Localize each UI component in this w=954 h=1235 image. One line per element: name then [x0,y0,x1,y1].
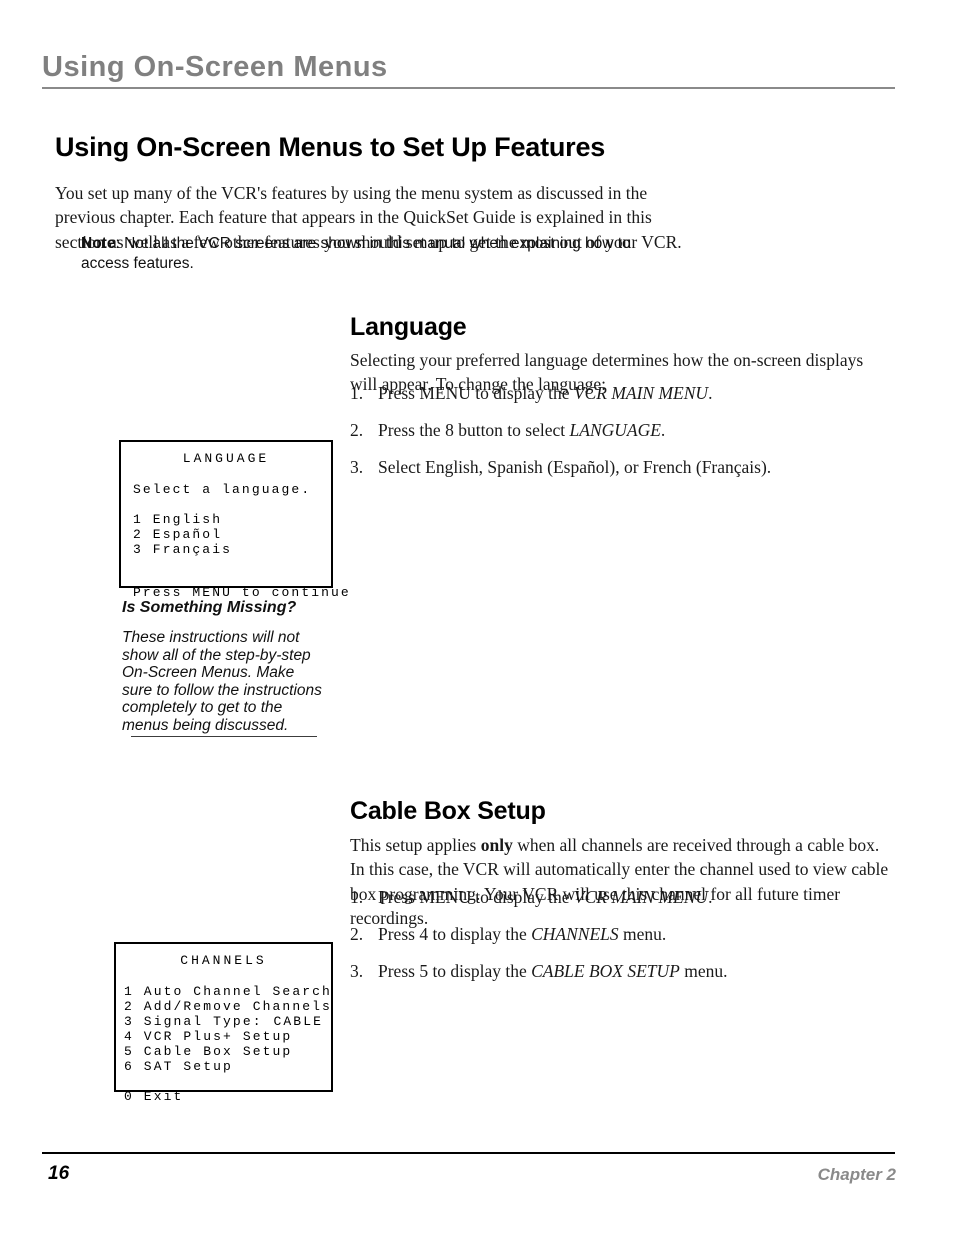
steps-list-language: 1. Press MENU to display the VCR MAIN ME… [350,381,895,492]
running-header: Using On-Screen Menus [42,50,895,89]
step-item: 2. Press the 8 button to select LANGUAGE… [350,418,895,442]
osd-option-auto-channel-search[interactable]: 1 Auto Channel Search [124,984,330,999]
footer-chapter-label: Chapter 2 [817,1165,896,1184]
osd-prompt-language: Select a language. [133,482,312,497]
osd-spacer [133,572,319,585]
running-header-rule [42,87,895,89]
osd-spacer [133,557,319,572]
step-text: Select English, Spanish (Español), or Fr… [378,455,895,479]
step-text-after: . [660,420,666,440]
step-item: 1. Press MENU to display the VCR MAIN ME… [350,381,895,405]
osd-title-channels: CHANNELS [180,953,267,968]
osd-signal-type-value: CABLE [273,1014,323,1029]
sidebar-callout: Is Something Missing? These instructions… [122,598,322,734]
osd-title-language: LANGUAGE [182,451,270,466]
osd-spacer [133,497,319,512]
note-block: Note: Not all the VCR screens are shown … [81,234,681,274]
steps-list-cable-box: 1. Press MENU to display the VCR MAIN ME… [350,885,895,996]
section-heading-cable-box: Cable Box Setup [350,796,546,825]
step-item: 3. Press 5 to display the CABLE BOX SETU… [350,959,895,983]
step-number: 3. [350,457,364,477]
osd-spacer [124,1074,323,1089]
step-number: 3. [350,961,364,981]
step-emphasis: LANGUAGE [569,420,661,440]
step-number: 2. [350,420,364,440]
osd-option-francais[interactable]: 3 Français [133,542,319,557]
step-text: Press 5 to display the CABLE BOX SETUP m… [378,959,895,983]
step-number: 1. [350,383,364,403]
sidebar-callout-rule [131,736,317,737]
step-number: 1. [350,887,364,907]
osd-option-add-remove-channels[interactable]: 2 Add/Remove Channels [124,999,330,1014]
step-emphasis: VCR MAIN MENU [573,887,709,907]
step-emphasis: VCR MAIN MENU [573,383,709,403]
osd-option-cable-box-setup[interactable]: 5 Cable Box Setup [124,1044,323,1059]
step-text-after: . [708,887,713,907]
note-label: Note [81,235,116,252]
page-title: Using On-Screen Menus to Set Up Features [55,132,606,163]
sidebar-callout-title: Is Something Missing? [122,599,297,616]
osd-option-signal-type[interactable]: 3 Signal Type: CABLE [124,1014,323,1029]
osd-signal-type-label: 3 Signal Type: [124,1014,263,1029]
step-item: 1. Press MENU to display the VCR MAIN ME… [350,885,895,909]
step-text-after: . [708,383,713,403]
step-item: 2. Press 4 to display the CHANNELS menu. [350,922,895,946]
step-number: 2. [350,924,364,944]
osd-option-english[interactable]: 1 English [133,512,319,527]
step-item: 3. Select English, Spanish (Español), or… [350,455,895,479]
step-text: Press MENU to display the VCR MAIN MENU. [378,885,895,909]
step-emphasis: CHANNELS [531,924,619,944]
osd-option-espanol[interactable]: 2 Español [133,527,319,542]
footer-page-number: 16 [48,1163,70,1184]
step-text-before: Press 5 to display the [378,961,532,981]
step-emphasis: CABLE BOX SETUP [531,961,680,981]
section-heading-language: Language [350,312,467,341]
step-text: Press the 8 button to select LANGUAGE. [378,418,895,442]
step-text-before: Press MENU to display the [378,887,574,907]
step-text: Press 4 to display the CHANNELS menu. [378,922,895,946]
osd-option-exit[interactable]: 0 Exit [124,1089,323,1104]
note-text: : Not all the VCR screens are shown in t… [81,235,631,272]
osd-option-sat-setup[interactable]: 6 SAT Setup [124,1059,323,1074]
osd-screen-language: LANGUAGE Select a language. 1 English 2 … [119,440,349,600]
cable-para-bold: only [480,834,513,855]
sidebar-callout-body: These instructions will not show all of … [122,629,322,734]
osd-option-vcr-plus-setup[interactable]: 4 VCR Plus+ Setup [124,1029,323,1044]
running-header-title: Using On-Screen Menus [42,51,388,83]
step-text: Press MENU to display the VCR MAIN MENU. [378,381,895,405]
step-text-before: Press the 8 button to select [378,420,570,440]
step-text-before: Select English, Spanish (Español), or Fr… [378,457,772,477]
osd-screen-channels: CHANNELS 1 Auto Channel Search 2 Add/Rem… [114,942,333,1104]
cable-para-part1: This setup applies [350,834,481,855]
step-text-after: menu. [618,924,667,944]
footer-rule [42,1152,895,1154]
step-text-after: menu. [679,961,728,981]
step-text-before: Press 4 to display the [378,924,532,944]
step-text-before: Press MENU to display the [378,383,574,403]
